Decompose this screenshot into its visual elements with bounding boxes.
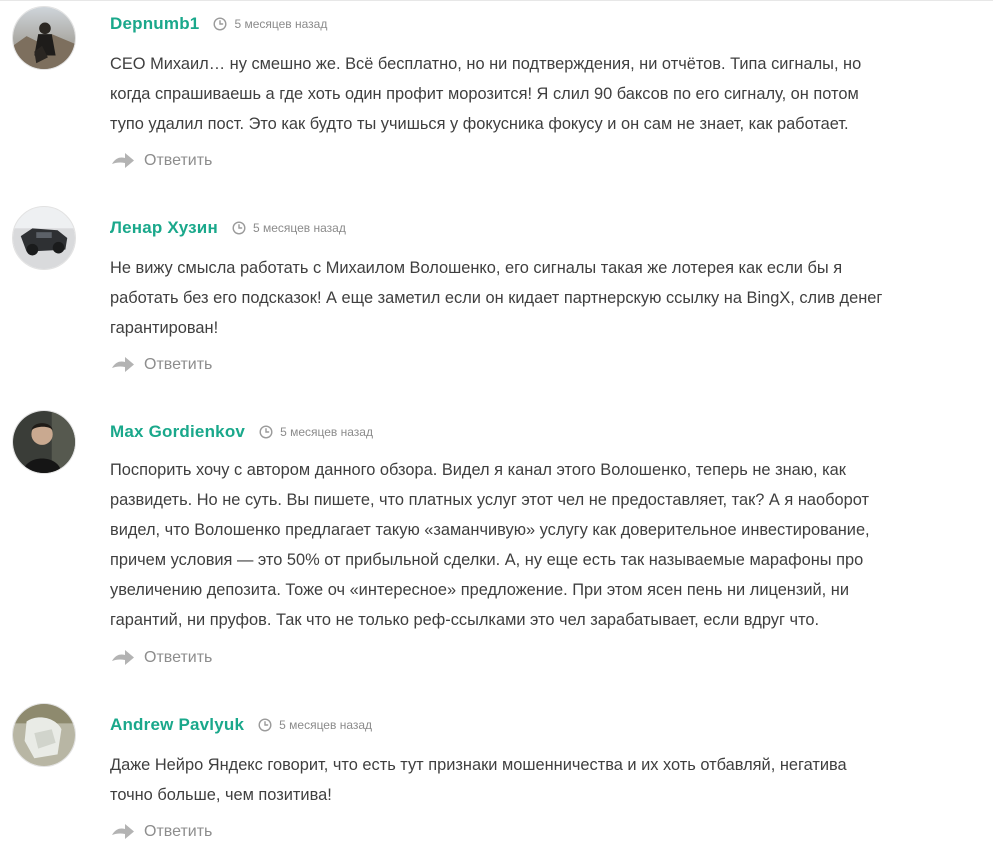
comment-meta: Andrew Pavlyuk 5 месяцев назад (110, 713, 372, 737)
time-label: 5 месяцев назад (252, 221, 346, 235)
reply-arrow-icon (112, 649, 134, 667)
comment-time: 5 месяцев назад (258, 718, 372, 732)
time-label: 5 месяцев назад (234, 17, 328, 31)
clock-icon (258, 718, 272, 732)
clock-icon (259, 425, 273, 439)
reply-label: Ответить (144, 152, 213, 169)
reply-button[interactable]: Ответить (112, 152, 212, 170)
reply-button[interactable]: Ответить (112, 649, 212, 667)
author-name[interactable]: Andrew Pavlyuk (110, 715, 244, 735)
comment-text: Поспорить хочу с автором данного обзора.… (110, 461, 870, 629)
comment-meta: Ленар Хузин 5 месяцев назад (110, 216, 346, 240)
reply-button[interactable]: Ответить (112, 356, 212, 374)
comments-page: Depnumb1 5 месяцев назад CEO Михаил… ну … (0, 0, 993, 852)
divider (0, 0, 993, 1)
clock-icon (232, 221, 246, 235)
author-name[interactable]: Max Gordienkov (110, 422, 245, 442)
time-label: 5 месяцев назад (279, 718, 373, 732)
reply-arrow-icon (112, 152, 134, 170)
author-name[interactable]: Depnumb1 (110, 14, 199, 34)
clock-icon (213, 17, 227, 31)
reply-label: Ответить (144, 356, 213, 373)
comment-text: Даже Нейро Яндекс говорит, что есть тут … (110, 756, 847, 804)
reply-label: Ответить (144, 823, 213, 840)
avatar[interactable] (12, 703, 76, 767)
comment-time: 5 месяцев назад (213, 17, 327, 31)
author-name[interactable]: Ленар Хузин (110, 218, 218, 238)
avatar[interactable] (12, 206, 76, 270)
reply-arrow-icon (112, 356, 134, 374)
comment-time: 5 месяцев назад (232, 221, 346, 235)
reply-button[interactable]: Ответить (112, 823, 212, 841)
reply-arrow-icon (112, 823, 134, 841)
comment-text: Не вижу смысла работать с Михаилом Волош… (110, 259, 883, 337)
avatar[interactable] (12, 6, 76, 70)
comment-text: CEO Михаил… ну смешно же. Всё бесплатно,… (110, 55, 862, 133)
comment-meta: Depnumb1 5 месяцев назад (110, 12, 327, 36)
reply-label: Ответить (144, 649, 213, 666)
comment-time: 5 месяцев назад (259, 425, 373, 439)
comment-meta: Max Gordienkov 5 месяцев назад (110, 420, 373, 444)
time-label: 5 месяцев назад (280, 425, 373, 439)
avatar[interactable] (12, 410, 76, 474)
